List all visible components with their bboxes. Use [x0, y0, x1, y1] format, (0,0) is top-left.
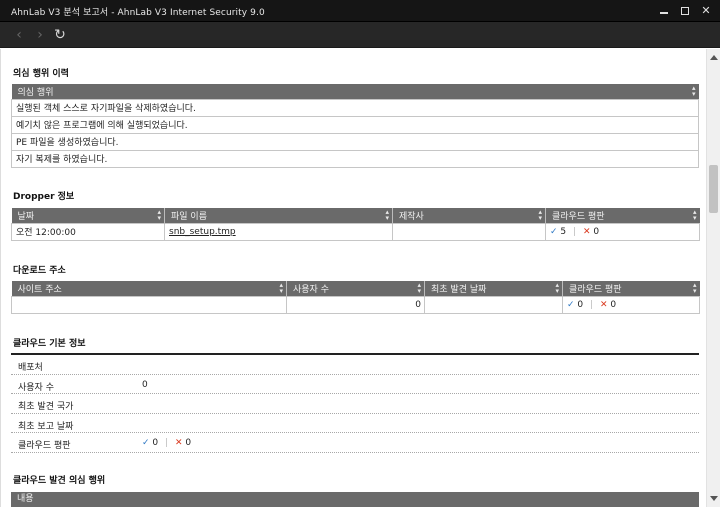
sort-icon[interactable]: ▴ ▾: [157, 209, 161, 222]
reputation-bad-count: 0: [593, 226, 600, 237]
check-icon: ✓: [567, 299, 575, 310]
download-table: 사이트 주소 ▴ ▾ 사용자 수 ▴ ▾ 최초 발견 날짜 ▴ ▾ 클라우드 평판 ▴ ▾ 0 …: [11, 281, 700, 314]
info-value-reputation: ✓ 0 | ✕ 0: [142, 438, 191, 448]
sort-icon[interactable]: ▴ ▾: [693, 282, 697, 295]
reputation-good-count: 0: [577, 299, 584, 310]
info-label: 최초 보고 날짜: [18, 421, 74, 432]
scroll-down-arrow-icon[interactable]: [710, 496, 718, 501]
column-header-reputation[interactable]: 클라우드 평판 ▴ ▾: [545, 208, 700, 223]
column-header-maker[interactable]: 제작사 ▴ ▾: [392, 208, 546, 223]
info-label: 배포처: [18, 363, 43, 373]
section-title-cloud-behavior: 클라우드 발견 의심 행위: [13, 476, 106, 486]
chevron-left-icon: ‹: [16, 27, 22, 43]
download-first-found: [424, 295, 563, 314]
table-row: 예기치 않은 프로그램에 의해 실행되었습니다.: [11, 115, 699, 134]
reputation-good-count: 5: [560, 226, 567, 237]
column-header-site[interactable]: 사이트 주소 ▴ ▾: [11, 281, 287, 296]
dropper-date: 오전 12:00:00: [11, 222, 165, 241]
table-row: 자기 복제를 하였습니다.: [11, 149, 699, 168]
minimize-icon: [660, 12, 668, 14]
back-button[interactable]: ‹: [10, 26, 28, 44]
table-row: 오전 12:00:00 snb_setup.tmp ✓ 5 | ✕ 0: [11, 222, 700, 241]
title-bar: AhnLab V3 분석 보고서 - AhnLab V3 Internet Se…: [0, 0, 720, 22]
vertical-scrollbar[interactable]: [706, 49, 720, 507]
column-header-reputation[interactable]: 클라우드 평판 ▴ ▾: [562, 281, 700, 296]
column-header-users[interactable]: 사용자 수 ▴ ▾: [286, 281, 425, 296]
download-reputation: ✓ 0 | ✕ 0: [562, 295, 700, 314]
column-header-first-found[interactable]: 최초 발견 날짜 ▴ ▾: [424, 281, 563, 296]
info-row-users: 사용자 수 0: [11, 375, 699, 394]
minimize-button[interactable]: [655, 2, 673, 20]
scrollbar-thumb[interactable]: [709, 165, 718, 213]
info-row-reputation: 클라우드 평판 ✓ 0 | ✕ 0: [11, 433, 699, 453]
info-label: 사용자 수: [18, 382, 54, 393]
dropper-table: 날짜 ▴ ▾ 파일 이름 ▴ ▾ 제작사 ▴ ▾ 클라우드 평판 ▴ ▾ 오전 12:00:00…: [11, 208, 700, 241]
check-icon: ✓: [142, 438, 150, 448]
refresh-icon: ↻: [54, 27, 66, 43]
divider: |: [573, 226, 577, 237]
dropper-reputation: ✓ 5 | ✕ 0: [545, 222, 700, 241]
sort-icon[interactable]: ▴ ▾: [279, 282, 283, 295]
section-title-download: 다운로드 주소: [13, 266, 66, 276]
navigation-bar: ‹ › ↻: [0, 22, 720, 48]
dropper-maker: [392, 222, 546, 241]
table-row: 0 ✓ 0 | ✕ 0: [11, 295, 700, 314]
chevron-right-icon: ›: [37, 27, 43, 43]
reputation-good-count: 0: [152, 438, 159, 448]
table-row: 실행된 객체 스스로 자기파일을 삭제하였습니다.: [11, 98, 699, 117]
section-title-cloud-basic: 클라우드 기본 정보: [13, 339, 86, 349]
info-label: 클라우드 평판: [18, 441, 71, 451]
table-row: PE 파일을 생성하였습니다.: [11, 132, 699, 151]
sort-icon[interactable]: ▴ ▾: [538, 209, 542, 222]
suspicious-table: 의심 행위 ▴ ▾ 실행된 객체 스스로 자기파일을 삭제하였습니다. 예기치 않은…: [11, 84, 699, 168]
download-site: [11, 295, 287, 314]
report-content[interactable]: 의심 행위 이력 의심 행위 ▴ ▾ 실행된 객체 스스로 자기파일을 삭제하였습니…: [0, 49, 706, 507]
maximize-icon: [681, 7, 689, 15]
cross-icon: ✕: [582, 226, 591, 237]
cloud-basic-info: 배포처 사용자 수 0 최초 발견 국가 최초 보고 날짜 클라우드 평판 ✓ …: [11, 353, 699, 453]
reputation-bad-count: 0: [185, 438, 192, 448]
window-title: AhnLab V3 분석 보고서 - AhnLab V3 Internet Se…: [11, 8, 265, 18]
sort-icon[interactable]: ▴ ▾: [693, 209, 697, 222]
divider: |: [165, 438, 169, 448]
close-button[interactable]: ✕: [697, 2, 715, 20]
maximize-button[interactable]: [676, 2, 694, 20]
dropper-filename-cell: snb_setup.tmp: [164, 222, 393, 241]
refresh-button[interactable]: ↻: [51, 26, 69, 44]
check-icon: ✓: [550, 226, 558, 237]
info-row-first-country: 최초 발견 국가: [11, 394, 699, 414]
reputation-bad-count: 0: [610, 299, 617, 310]
section-title-suspicious: 의심 행위 이력: [13, 69, 69, 79]
cross-icon: ✕: [174, 438, 183, 448]
dropper-filename-link[interactable]: snb_setup.tmp: [169, 227, 236, 237]
info-label: 최초 발견 국가: [18, 402, 74, 412]
sort-icon[interactable]: ▴ ▾: [692, 85, 696, 98]
column-header-content[interactable]: 내용: [11, 492, 699, 507]
divider: |: [590, 299, 594, 310]
forward-button[interactable]: ›: [31, 26, 49, 44]
sort-icon[interactable]: ▴ ▾: [417, 282, 421, 295]
download-users: 0: [286, 295, 425, 314]
info-value: 0: [142, 379, 148, 390]
column-header-suspicious[interactable]: 의심 행위 ▴ ▾: [11, 84, 699, 99]
close-icon: ✕: [701, 4, 711, 17]
column-header-date[interactable]: 날짜 ▴ ▾: [11, 208, 165, 223]
info-row-first-report: 최초 보고 날짜: [11, 414, 699, 433]
info-row-distributor: 배포처: [11, 355, 699, 375]
column-header-filename[interactable]: 파일 이름 ▴ ▾: [164, 208, 393, 223]
sort-icon[interactable]: ▴ ▾: [555, 282, 559, 295]
cross-icon: ✕: [599, 299, 608, 310]
sort-icon[interactable]: ▴ ▾: [385, 209, 389, 222]
section-title-dropper: Dropper 정보: [13, 192, 75, 202]
scroll-up-arrow-icon[interactable]: [710, 55, 718, 60]
